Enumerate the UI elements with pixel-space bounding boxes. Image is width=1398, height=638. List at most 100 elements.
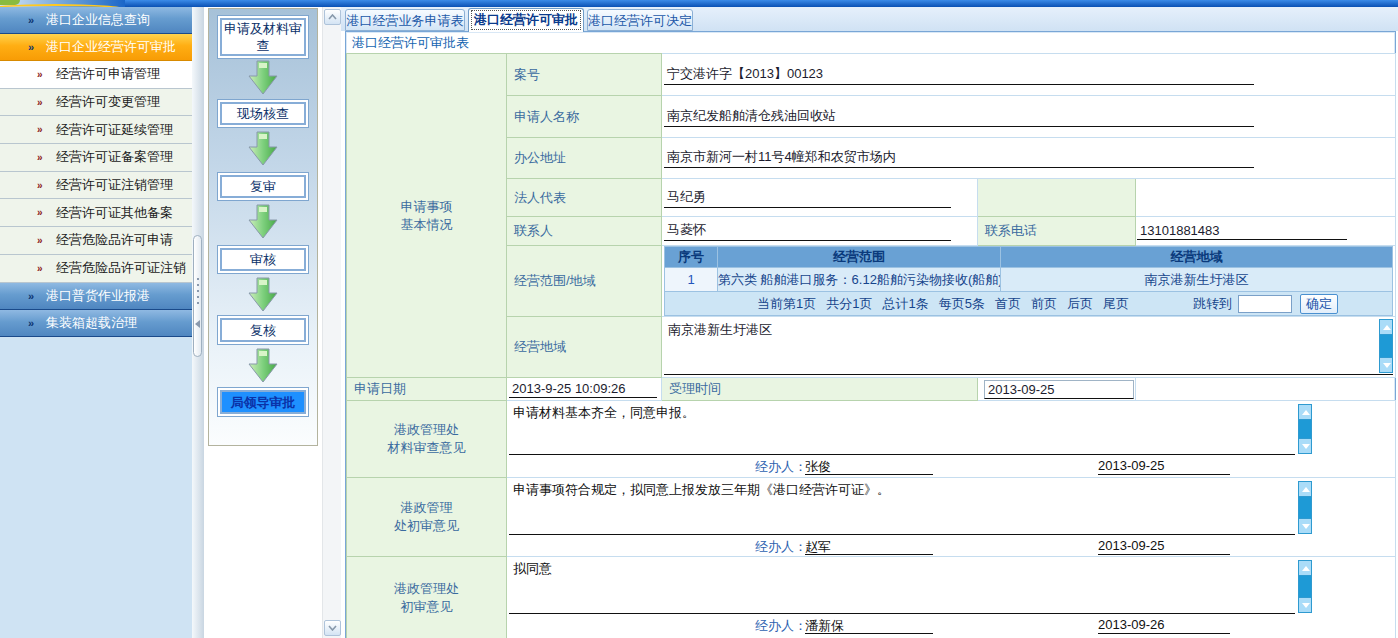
scroll-down-button[interactable] — [1298, 518, 1312, 534]
scope-area-cell: 序号 经营范围 经营地域 1 第六类 船舶港口服务：6.12船舶污染物接收(船舶… — [662, 246, 1396, 317]
workflow-step-label: 复核 — [250, 322, 276, 339]
sidebar-item-license-renewal-mgmt[interactable]: »经营许可证延续管理 — [0, 116, 192, 144]
operator-name[interactable]: 张俊 — [805, 458, 933, 475]
scroll-down-button[interactable] — [1298, 438, 1312, 454]
sidebar-item-label: 经营危险品许可申请 — [56, 231, 173, 249]
tab-license-decision[interactable]: 港口经营许可决定 — [587, 9, 693, 31]
pagination-jump-input[interactable] — [1238, 295, 1292, 313]
scope-col-seq: 序号 — [665, 247, 718, 268]
banner-decoration — [0, 0, 125, 7]
field-applicant: 南京纪发船舶清仓残油回收站 — [662, 96, 1396, 138]
opinion-textarea[interactable]: 拟同意 — [509, 558, 1295, 614]
workflow-step-review[interactable]: 复核 — [217, 315, 309, 345]
pagination-next[interactable]: 后页 — [1067, 295, 1093, 313]
sidebar-item-dangerous-goods-apply[interactable]: » 经营危险品许可申请 — [0, 227, 192, 255]
textarea-scrollbar[interactable] — [1298, 404, 1312, 454]
workflow-step-audit[interactable]: 审核 — [217, 245, 309, 274]
pagination-confirm-button[interactable]: 确定 — [1300, 294, 1338, 314]
scroll-track[interactable] — [1379, 335, 1393, 357]
sidebar-item-license-record-mgmt[interactable]: »经营许可证备案管理 — [0, 144, 192, 172]
main-vertical-scrollbar[interactable] — [322, 7, 341, 638]
opinion-textarea[interactable]: 申请事项符合规定，拟同意上报发放三年期《港口经营许可证》。 — [509, 479, 1295, 535]
textarea-scrollbar[interactable] — [1379, 319, 1393, 373]
pagination-last[interactable]: 尾页 — [1103, 295, 1129, 313]
scroll-down-button[interactable] — [324, 620, 341, 636]
sidebar-item-dangerous-goods-cancel[interactable]: »经营危险品许可证注销 — [0, 255, 192, 283]
scroll-down-button[interactable] — [1298, 597, 1312, 613]
opinion-date[interactable]: 2013-09-25 — [1098, 538, 1230, 555]
opinion-textarea[interactable]: 申请材料基本齐全，同意申报。 — [509, 402, 1295, 455]
tab-label: 港口经营许可决定 — [588, 13, 692, 28]
main-content: 港口经营业务申请表 港口经营许可审批 港口经营许可决定 港口经营许可审批表 申请… — [341, 7, 1398, 638]
workflow-step-leader-approval[interactable]: 局领导审批 — [217, 387, 309, 417]
sidebar-item-license-apply-mgmt[interactable]: »经营许可申请管理 — [0, 61, 192, 89]
sidebar-group-label: 港口企业经营许可审批 — [46, 38, 176, 56]
scope-table-row[interactable]: 1 第六类 船舶港口服务：6.12船舶污染物接收(船舶) 南京港新生圩港区 — [665, 268, 1393, 292]
sidebar-item-license-other-record[interactable]: »经营许可证其他备案 — [0, 199, 192, 227]
top-banner-strip — [0, 0, 1398, 7]
field-contact: 马菱怀 — [662, 217, 978, 246]
down-arrow-icon — [246, 60, 280, 96]
sidebar-splitter[interactable] — [192, 7, 204, 638]
accept-time-value[interactable]: 2013-09-25 — [984, 380, 1134, 399]
scroll-track[interactable] — [1298, 497, 1312, 518]
sidebar-group-label: 港口普货作业报港 — [46, 287, 150, 305]
pagination-first[interactable]: 首页 — [995, 295, 1021, 313]
scroll-up-button[interactable] — [1298, 404, 1312, 420]
arrow-icon: » — [37, 235, 43, 246]
workflow-step-site-check[interactable]: 现场核查 — [217, 99, 309, 128]
workflow-step-material-review[interactable]: 申请及材料审查 — [217, 15, 309, 59]
down-arrow-icon — [246, 348, 280, 384]
opinion-date[interactable]: 2013-09-26 — [1098, 617, 1230, 634]
form-title: 港口经营许可审批表 — [346, 32, 1395, 53]
opinion-second-review: 拟同意 经办人： 潘新保 2013-09-26 — [507, 557, 1396, 638]
scroll-track[interactable] — [1298, 576, 1312, 597]
down-arrow-icon — [246, 204, 280, 240]
scroll-up-button[interactable] — [324, 9, 341, 25]
pagination-prev[interactable]: 前页 — [1031, 295, 1057, 313]
field-label-contact-phone: 联系电话 — [978, 217, 1136, 246]
contact-phone-value[interactable]: 13101881483 — [1137, 223, 1347, 240]
workflow-step-recheck[interactable]: 复审 — [217, 172, 309, 201]
field-case-no: 宁交港许字【2013】00123 — [662, 54, 1396, 96]
opinion-date[interactable]: 2013-09-25 — [1098, 458, 1230, 475]
opinion-label-first-review: 港政管理处初审意见 — [347, 478, 507, 557]
sidebar-item-license-change-mgmt[interactable]: »经营许可变更管理 — [0, 89, 192, 117]
sidebar-group-enterprise-info-query[interactable]: »港口企业信息查询 — [0, 7, 192, 34]
scroll-up-button[interactable] — [1379, 319, 1393, 335]
contact-value[interactable]: 马菱怀 — [664, 221, 951, 241]
apply-date-value[interactable]: 2013-9-25 10:09:26 — [509, 381, 657, 398]
applicant-value[interactable]: 南京纪发船舶清仓残油回收站 — [664, 107, 1254, 127]
down-arrow-icon — [246, 131, 280, 167]
tab-license-approval[interactable]: 港口经营许可审批 — [468, 8, 584, 32]
sidebar-group-license-approval[interactable]: »港口企业经营许可审批 — [0, 34, 192, 61]
legal-rep-value[interactable]: 马纪勇 — [664, 188, 951, 208]
textarea-scrollbar[interactable] — [1298, 481, 1312, 534]
sidebar-group-general-cargo-report[interactable]: »港口普货作业报港 — [0, 283, 192, 310]
operator-name[interactable]: 潘新保 — [805, 617, 933, 634]
splitter-handle[interactable] — [193, 235, 202, 357]
arrow-icon: » — [37, 263, 43, 274]
scroll-up-button[interactable] — [1298, 481, 1312, 497]
case-no-value[interactable]: 宁交港许字【2013】00123 — [664, 65, 1254, 85]
field-label-case-no: 案号 — [507, 54, 662, 96]
pagination-jump-label: 跳转到 — [1193, 295, 1232, 313]
field-legal-rep: 马纪勇 — [662, 179, 978, 217]
pagination-current: 当前第1页 — [757, 295, 816, 313]
operator-name[interactable]: 赵军 — [805, 538, 933, 555]
field-apply-date: 2013-9-25 10:09:26 — [507, 378, 662, 401]
textarea-scrollbar[interactable] — [1298, 560, 1312, 613]
tab-business-application[interactable]: 港口经营业务申请表 — [345, 9, 465, 31]
arrow-icon: » — [37, 69, 43, 80]
sidebar-item-license-cancel-mgmt[interactable]: »经营许可证注销管理 — [0, 172, 192, 200]
scroll-down-button[interactable] — [1379, 357, 1393, 373]
workflow-panel: 申请及材料审查 现场核查 复审 审核 复核 局领导审批 — [208, 8, 318, 446]
office-address-value[interactable]: 南京市新河一村11号4幢郑和农贸市场内 — [664, 148, 1254, 168]
sidebar-group-container-overload[interactable]: »集装箱超载治理 — [0, 310, 192, 337]
scroll-up-button[interactable] — [1298, 560, 1312, 576]
opinion-label-second-review: 港政管理处初审意见 — [347, 557, 507, 638]
scroll-track[interactable] — [1298, 420, 1312, 438]
operator-label: 经办人： — [755, 538, 807, 556]
business-area-textarea[interactable]: 南京港新生圩港区 — [664, 319, 1393, 375]
field-label-legal-rep: 法人代表 — [507, 179, 662, 217]
